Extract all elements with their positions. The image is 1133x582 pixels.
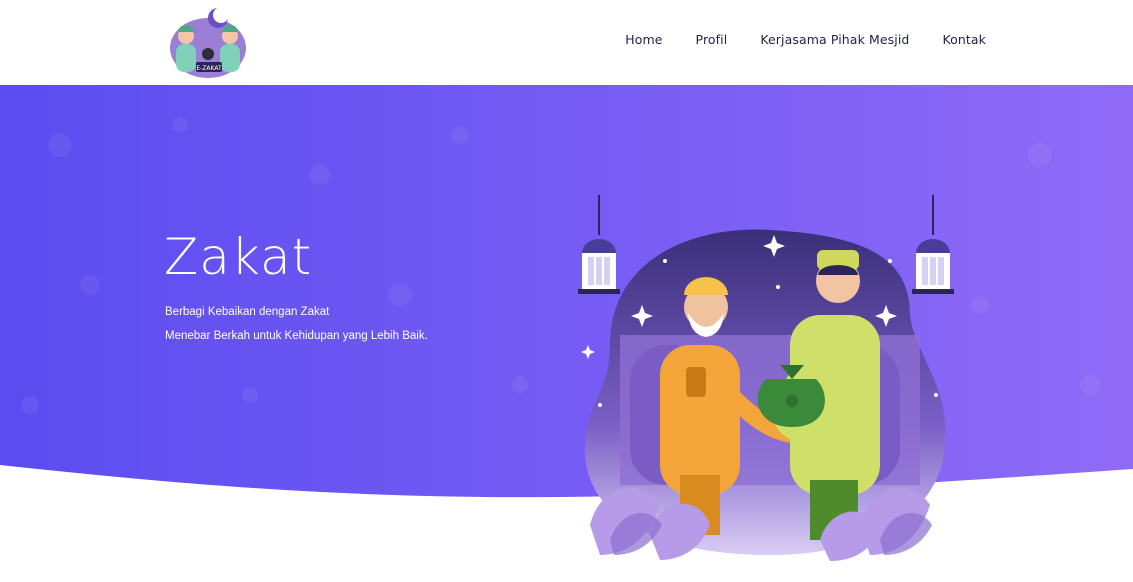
nav-kontak[interactable]: Kontak bbox=[942, 31, 986, 49]
hero-section: Zakat Berbagi Kebaikan dengan Zakat Mene… bbox=[0, 85, 1133, 582]
main-nav: Home Profil Kerjasama Pihak Mesjid Konta… bbox=[592, 31, 986, 49]
hero-title: Zakat bbox=[164, 228, 313, 286]
nav-profil[interactable]: Profil bbox=[696, 31, 728, 49]
nav-kerjasama-pihak-mesjid[interactable]: Kerjasama Pihak Mesjid bbox=[760, 31, 909, 49]
hero-tagline-2: Menebar Berkah untuk Kehidupan yang Lebi… bbox=[165, 330, 428, 342]
nav-home[interactable]: Home bbox=[625, 31, 662, 49]
hero-tagline-1: Berbagi Kebaikan dengan Zakat bbox=[165, 306, 330, 318]
zakat-giving-illustration bbox=[578, 195, 954, 561]
logo-text: E-ZAKAT bbox=[196, 65, 222, 72]
e-zakat-logo[interactable]: E-ZAKAT bbox=[166, 4, 252, 78]
site-header: E-ZAKAT Home Profil Kerjasama Pihak Mesj… bbox=[0, 0, 1133, 85]
